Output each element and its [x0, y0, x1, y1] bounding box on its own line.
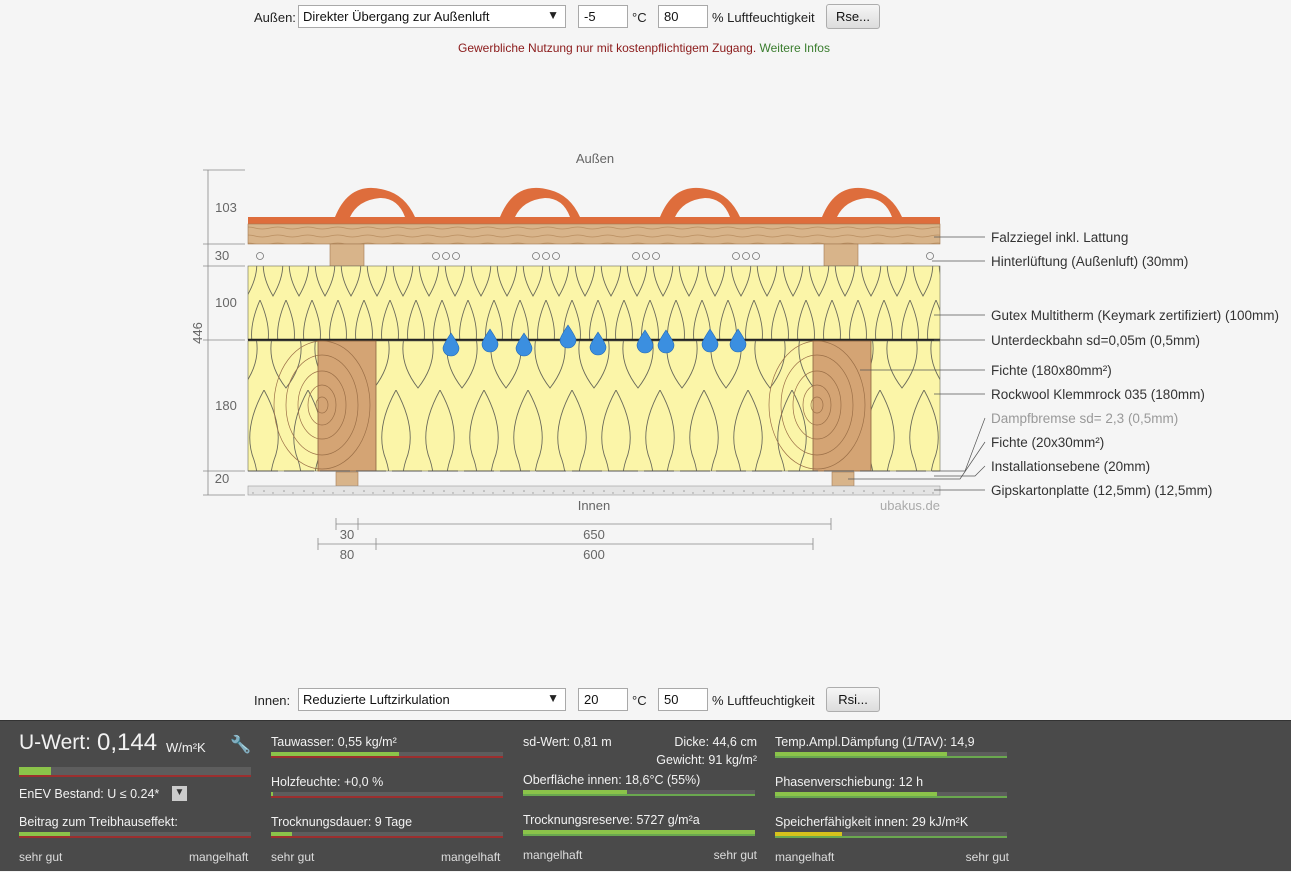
sd-value: sd-Wert: 0,81 m [523, 735, 612, 749]
inside-diagram-label: Innen [578, 498, 611, 513]
drying-time-bar [271, 832, 503, 838]
roof-cross-section-diagram: Außen 103 30 100 180 20 446 Innen ubakus… [190, 151, 1279, 562]
wood-moisture-bar [271, 792, 503, 798]
scale-good: sehr gut [271, 850, 315, 864]
uwert-label: U-Wert: [19, 731, 91, 754]
uwert-bar [19, 767, 251, 777]
layer-label-batten: Fichte (20x30mm²) [991, 435, 1104, 450]
layer-label-tiles: Falzziegel inkl. Lattung [991, 230, 1128, 245]
greenhouse-bar [19, 832, 251, 838]
greenhouse-bar-fill [19, 832, 71, 836]
wood-fibre-board-layer [247, 265, 941, 341]
layer-label-gypsum: Gipskartonplatte (12,5mm) (12,5mm) [991, 483, 1212, 498]
phase-shift-bar-fill [775, 792, 938, 796]
layer-label-rafter: Fichte (180x80mm²) [991, 363, 1112, 378]
scale-good: sehr gut [965, 850, 1009, 864]
dim-batten-spacing: 650 [583, 527, 605, 542]
battens-layer [247, 223, 941, 245]
inside-transfer-select-value: Reduzierte Luftzirkulation [303, 692, 450, 707]
temp-amplitude-bar-fill [775, 752, 947, 756]
phase-shift-value: Phasenverschiebung: 12 h [775, 775, 924, 789]
results-column-summer: Temp.Ampl.Dämpfung (1/TAV): 14,9 Phasenv… [775, 721, 1009, 872]
dim-installation: 20 [215, 471, 229, 486]
thickness-value: Dicke: 44,6 cm [674, 735, 757, 749]
dim-rafter-spacing: 600 [583, 547, 605, 562]
condensate-value: Tauwasser: 0,55 kg/m² [271, 735, 397, 749]
enev-requirement: EnEV Bestand: U ≤ 0.24* [19, 787, 160, 801]
surface-temp-bar [523, 790, 755, 796]
wrench-icon[interactable]: 🔧 [230, 735, 251, 755]
layer-label-wood-fibre: Gutex Multitherm (Keymark zertifiziert) … [991, 308, 1279, 323]
roof-tiles [248, 187, 940, 230]
inside-humidity-label: % Luftfeuchtigkeit [712, 693, 815, 708]
uwert-unit: W/m²K [166, 740, 206, 755]
phase-shift-bar [775, 792, 1007, 798]
temp-amplitude-bar [775, 752, 1007, 758]
results-column-moisture: Tauwasser: 0,55 kg/m² Holzfeuchte: +0,0 … [271, 721, 505, 872]
greenhouse-label: Beitrag zum Treibhauseffekt: [19, 815, 178, 829]
enev-dropdown-button[interactable]: ▼ [172, 786, 187, 801]
inside-transfer-select[interactable]: Reduzierte Luftzirkulation ▼ [298, 688, 566, 711]
surface-temp-value: Oberfläche innen: 18,6°C (55%) [523, 773, 701, 787]
dim-ventilation: 30 [215, 248, 229, 263]
inside-controls: Innen: Reduzierte Luftzirkulation ▼ 20 °… [0, 687, 1291, 714]
layer-label-membrane: Unterdeckbahn sd=0,05m (0,5mm) [991, 333, 1200, 348]
heat-capacity-bar [775, 832, 1007, 838]
rsi-button[interactable]: Rsi... [826, 687, 880, 712]
dim-tiles: 103 [215, 200, 237, 215]
bottom-dimensions [317, 518, 832, 550]
heat-capacity-bar-fill [775, 832, 843, 836]
dim-wood-fibre: 100 [215, 295, 237, 310]
weight-value: Gewicht: 91 kg/m² [656, 753, 757, 767]
condensate-bar-fill [271, 752, 399, 756]
ubakus-watermark: ubakus.de [880, 498, 940, 513]
wood-moisture-value: Holzfeuchte: +0,0 % [271, 775, 384, 789]
layer-label-installation: Installationsebene (20mm) [991, 459, 1150, 474]
layer-label-vapour-retarder: Dampfbremse sd= 2,3 (0,5mm) [991, 411, 1178, 426]
dim-insulation: 180 [215, 398, 237, 413]
layer-label-insulation: Rockwool Klemmrock 035 (180mm) [991, 387, 1205, 402]
condensate-bar [271, 752, 503, 758]
inside-humidity-input[interactable]: 50 [658, 688, 708, 711]
uwert-value: 0,144 [97, 729, 158, 756]
drying-reserve-bar-fill [523, 830, 755, 834]
results-column-surface: sd-Wert: 0,81 m Dicke: 44,6 cm Gewicht: … [523, 721, 757, 872]
left-dimensions [203, 169, 245, 496]
surface-temp-bar-fill [523, 790, 628, 794]
scale-bad: mangelhaft [189, 850, 249, 864]
drying-time-value: Trocknungsdauer: 9 Tage [271, 815, 413, 829]
chevron-down-icon: ▼ [547, 691, 559, 705]
dim-total: 446 [190, 322, 205, 344]
results-column-uwert: U-Wert: 0,144 W/m²K 🔧 EnEV Bestand: U ≤ … [19, 721, 253, 872]
outside-diagram-label: Außen [576, 151, 614, 166]
scale-good: sehr gut [713, 848, 757, 862]
inside-temperature-input[interactable]: 20 [578, 688, 628, 711]
drying-reserve-bar [523, 830, 755, 836]
layer-label-ventilation: Hinterlüftung (Außenluft) (30mm) [991, 254, 1188, 269]
uwert-bar-fill [19, 767, 52, 775]
scale-bad: mangelhaft [441, 850, 501, 864]
wood-moisture-bar-fill [271, 792, 274, 796]
scale-bad: mangelhaft [775, 850, 835, 864]
heat-capacity-value: Speicherfähigkeit innen: 29 kJ/m²K [775, 815, 969, 829]
drying-time-bar-fill [271, 832, 292, 836]
inside-label: Innen: [254, 693, 291, 708]
inside-temp-unit: °C [632, 693, 647, 708]
scale-bad: mangelhaft [523, 848, 583, 862]
dim-batten-width: 30 [340, 527, 354, 542]
dim-rafter-width: 80 [340, 547, 354, 562]
scale-good: sehr gut [19, 850, 63, 864]
results-panel: U-Wert: 0,144 W/m²K 🔧 EnEV Bestand: U ≤ … [0, 720, 1291, 871]
gypsum-board-layer [247, 485, 941, 496]
drying-reserve-value: Trocknungsreserve: 5727 g/m²a [523, 813, 700, 827]
temp-amplitude-value: Temp.Ampl.Dämpfung (1/TAV): 14,9 [775, 735, 975, 749]
